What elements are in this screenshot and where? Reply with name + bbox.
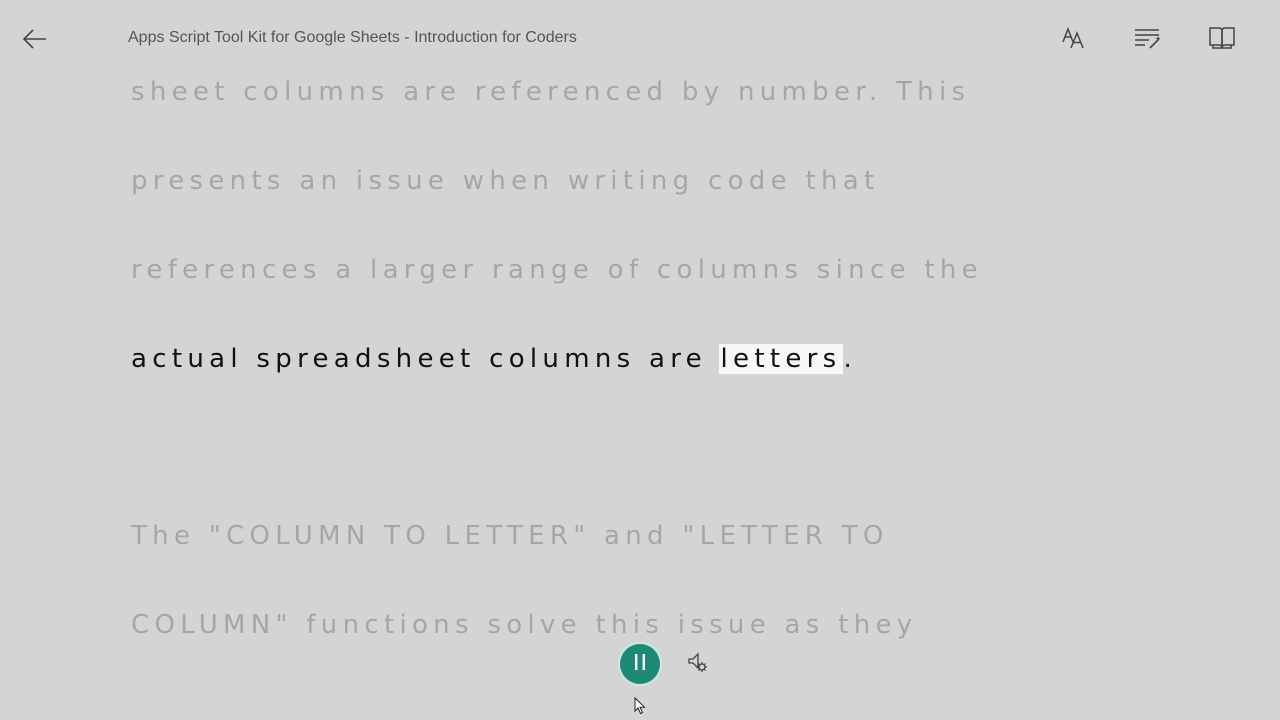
- text-line: presents an issue when writing code that: [131, 166, 880, 196]
- grammar-tools-button[interactable]: [1130, 24, 1166, 56]
- document-title: Apps Script Tool Kit for Google Sheets -…: [128, 29, 577, 46]
- current-line-punctuation: .: [843, 344, 858, 374]
- current-reading-line: actual spreadsheet columns are letters.: [131, 327, 1131, 416]
- reading-preferences-icon: [1208, 25, 1236, 55]
- arrow-left-icon: [22, 28, 48, 54]
- highlighted-word: letters: [718, 344, 844, 374]
- grammar-tools-icon: [1133, 26, 1163, 54]
- pause-button[interactable]: [620, 644, 660, 684]
- immersive-reader: Apps Script Tool Kit for Google Sheets -…: [0, 0, 1280, 720]
- text-options-icon: [1061, 26, 1087, 54]
- voice-settings-icon: [686, 652, 710, 678]
- reading-preferences-button[interactable]: [1204, 24, 1240, 56]
- reading-content: sheet columns are referenced by number. …: [131, 60, 1131, 682]
- mouse-pointer: [634, 696, 646, 715]
- text-line: sheet columns are referenced by number. …: [131, 77, 971, 107]
- back-button[interactable]: [20, 26, 50, 56]
- text-line: references a larger range of columns sin…: [131, 255, 983, 285]
- text-line: The "COLUMN TO LETTER" and "LETTER TO: [131, 521, 889, 551]
- paragraph-break: [131, 416, 1131, 504]
- pause-icon: [633, 653, 647, 675]
- text-options-button[interactable]: [1056, 24, 1092, 56]
- voice-settings-button[interactable]: [684, 652, 712, 678]
- current-line-text: actual spreadsheet columns are: [131, 344, 721, 374]
- reader-toolbar: [1056, 24, 1240, 56]
